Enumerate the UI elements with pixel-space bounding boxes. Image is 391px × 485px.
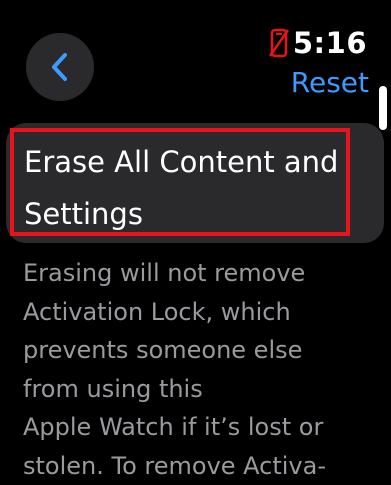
status-bar: 5:16: [268, 26, 367, 60]
reset-button[interactable]: Reset: [291, 66, 369, 99]
clock-time: 5:16: [292, 26, 367, 60]
page-title: Erase All Content and Settings: [24, 145, 339, 231]
chevron-left-icon: [52, 53, 67, 81]
scrollbar[interactable]: [379, 86, 387, 130]
back-button[interactable]: [26, 33, 94, 101]
description-text: Erasing will not remove Activation Lock,…: [23, 259, 326, 480]
phone-disconnected-icon: [268, 28, 289, 58]
